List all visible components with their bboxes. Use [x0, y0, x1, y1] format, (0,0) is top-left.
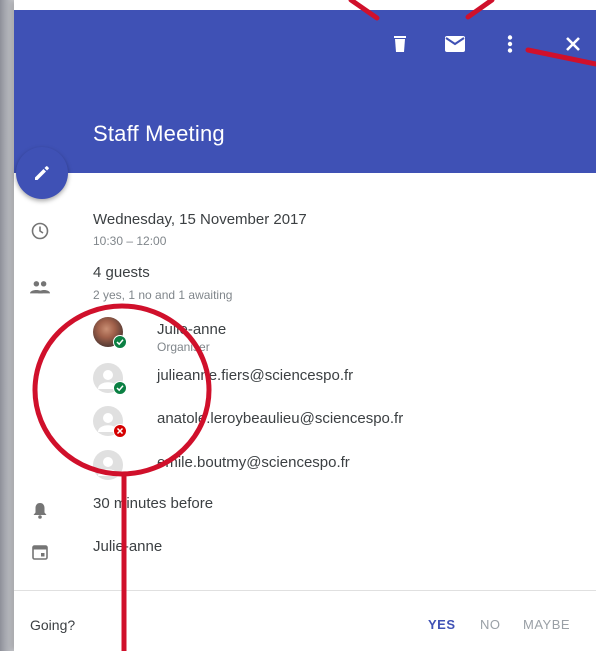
close-button[interactable]	[559, 30, 587, 58]
guest-item[interactable]: emile.boutmy@sciencespo.fr	[93, 450, 573, 490]
calendar-owner: Julie-anne	[93, 538, 163, 555]
header-top-gap	[14, 0, 596, 10]
guests-count: 4 guests	[93, 264, 150, 281]
event-time: 10:30 – 12:00	[93, 234, 167, 248]
guest-item[interactable]: anatole.leroybeaulieu@sciencespo.fr	[93, 406, 573, 446]
event-title: Staff Meeting	[93, 121, 225, 146]
email-guests-button[interactable]	[441, 30, 469, 58]
guests-summary: 2 yes, 1 no and 1 awaiting	[93, 288, 233, 302]
delete-icon	[394, 36, 406, 52]
accepted-badge-icon	[113, 335, 127, 349]
accepted-badge-icon	[113, 381, 127, 395]
more-vert-icon	[507, 35, 513, 53]
delete-button[interactable]	[386, 30, 414, 58]
more-options-button[interactable]	[496, 30, 524, 58]
divider	[14, 590, 596, 591]
event-date: Wednesday, 15 November 2017	[93, 211, 307, 228]
guest-name: julieanne.fiers@sciencespo.fr	[157, 367, 354, 384]
event-detail-card: Staff Meeting Wednesday, 15 November 201…	[14, 0, 596, 651]
event-header: Staff Meeting	[14, 10, 596, 173]
edit-event-button[interactable]	[16, 147, 68, 199]
people-icon	[30, 277, 50, 297]
email-icon	[445, 36, 465, 52]
guest-name: anatole.leroybeaulieu@sciencespo.fr	[157, 410, 404, 427]
calendar-icon	[30, 542, 50, 562]
rsvp-no-button[interactable]: NO	[480, 617, 501, 632]
reminder-text: 30 minutes before	[93, 495, 214, 512]
guest-name: emile.boutmy@sciencespo.fr	[157, 454, 350, 471]
avatar	[93, 450, 123, 480]
background-strip	[0, 0, 14, 651]
guest-role: Organiser	[157, 340, 210, 354]
guest-item[interactable]: Julie-anne Organiser	[93, 317, 573, 357]
clock-icon	[30, 221, 50, 241]
going-label: Going?	[30, 617, 76, 633]
rsvp-maybe-button[interactable]: MAYBE	[523, 617, 570, 632]
guest-name: Julie-anne	[157, 321, 227, 338]
guest-item[interactable]: julieanne.fiers@sciencespo.fr	[93, 363, 573, 403]
bell-icon	[30, 500, 50, 520]
declined-badge-icon	[113, 424, 127, 438]
pencil-icon	[35, 166, 49, 180]
rsvp-yes-button[interactable]: YES	[428, 617, 456, 632]
close-icon	[566, 37, 580, 51]
